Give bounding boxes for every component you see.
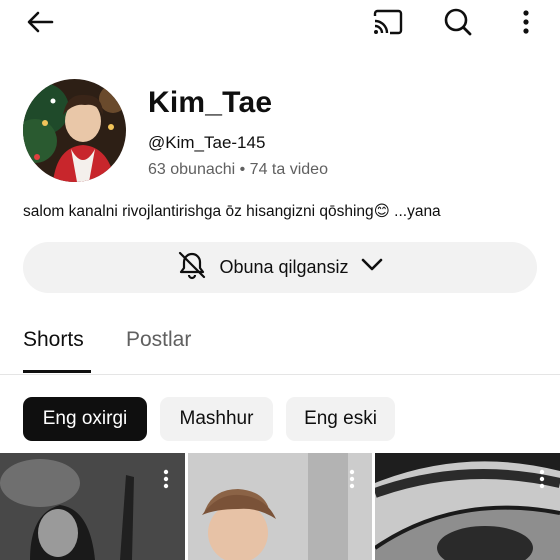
search-icon[interactable] <box>436 0 480 44</box>
bell-icon <box>177 250 207 285</box>
back-arrow-icon[interactable] <box>20 0 60 44</box>
active-tab-indicator <box>23 370 91 373</box>
description-text: salom kanalni rivojlantirishga ōz hisang… <box>23 203 374 220</box>
channel-stats: 63 obunachi • 74 ta video <box>148 161 328 178</box>
tab-shorts[interactable]: Shorts <box>23 328 84 352</box>
channel-description[interactable]: salom kanalni rivojlantirishga ōz hisang… <box>23 202 441 221</box>
chip-latest[interactable]: Eng oxirgi <box>23 397 147 441</box>
subscribed-label: Obuna qilgansiz <box>219 257 349 277</box>
channel-handle: @Kim_Tae-145 <box>148 133 266 152</box>
more-vert-icon[interactable] <box>538 469 546 489</box>
shorts-grid <box>0 453 560 560</box>
more-vert-icon[interactable] <box>162 469 170 489</box>
short-thumbnail[interactable] <box>188 453 372 560</box>
smile-emoji: 😊 <box>373 203 390 220</box>
channel-avatar[interactable] <box>23 79 126 182</box>
short-thumbnail[interactable] <box>375 453 560 560</box>
chevron-down-icon <box>361 258 383 277</box>
more-vert-icon[interactable] <box>508 0 544 44</box>
short-thumbnail[interactable] <box>0 453 185 560</box>
chip-oldest[interactable]: Eng eski <box>286 397 395 441</box>
tab-posts[interactable]: Postlar <box>126 328 191 352</box>
channel-name: Kim_Tae <box>148 86 273 119</box>
channel-tabs: Shorts Postlar <box>0 318 560 375</box>
description-more-link[interactable]: ...yana <box>390 203 441 220</box>
subscribed-button[interactable]: Obuna qilgansiz <box>23 242 537 293</box>
cast-icon[interactable] <box>366 0 410 44</box>
chip-popular[interactable]: Mashhur <box>160 397 273 441</box>
top-bar <box>0 0 560 44</box>
more-vert-icon[interactable] <box>348 469 356 489</box>
